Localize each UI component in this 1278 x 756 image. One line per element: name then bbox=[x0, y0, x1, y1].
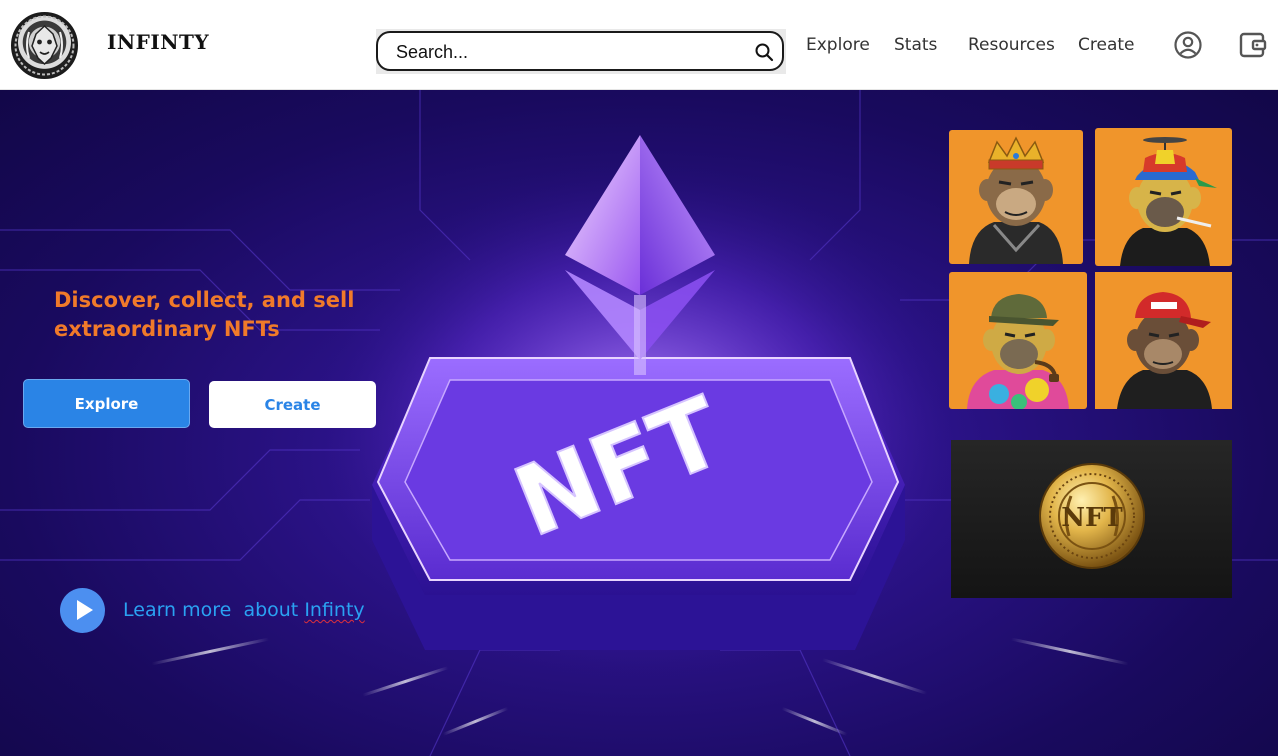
headline-line-1: Discover, collect, and sell bbox=[54, 288, 355, 312]
wallet-icon[interactable] bbox=[1238, 30, 1268, 60]
play-icon[interactable] bbox=[60, 588, 105, 633]
ape-army-cap-icon bbox=[967, 294, 1069, 409]
account-circle-icon[interactable] bbox=[1173, 30, 1203, 60]
create-button[interactable]: Create bbox=[209, 381, 376, 428]
learn-more-brand: Infinty bbox=[304, 599, 365, 621]
nft-tile-ape-red-cap[interactable] bbox=[1095, 272, 1232, 409]
top-header: INFINTY Explore Stats Resources Create bbox=[0, 0, 1278, 90]
nav-stats[interactable]: Stats bbox=[894, 35, 937, 55]
nft-tile-ape-army-cap[interactable] bbox=[949, 272, 1087, 409]
gold-nft-coin-icon: NFT bbox=[1039, 463, 1145, 569]
nft-tile-ape-propeller-cap[interactable] bbox=[1095, 128, 1232, 266]
search-bar bbox=[376, 29, 786, 74]
nav-explore[interactable]: Explore bbox=[806, 35, 870, 55]
nav-resources[interactable]: Resources bbox=[968, 35, 1055, 55]
brand-name[interactable]: INFINTY bbox=[107, 30, 209, 54]
search-box bbox=[376, 31, 784, 71]
hero-headline: Discover, collect, and sell extraordinar… bbox=[54, 286, 414, 344]
learn-more-link[interactable]: Learn more about Infinty bbox=[123, 599, 365, 621]
learn-more-text: Learn more about bbox=[123, 599, 305, 621]
hero-banner: NFT Discover, collect, and sell extraord… bbox=[0, 90, 1278, 756]
nft-tile-ape-crown[interactable] bbox=[949, 130, 1083, 264]
nav-create[interactable]: Create bbox=[1078, 35, 1135, 55]
ape-red-cap-icon bbox=[1117, 292, 1212, 409]
search-input[interactable] bbox=[396, 39, 736, 65]
coin-nft-text: NFT bbox=[1061, 503, 1123, 533]
nft-gold-coin-card[interactable]: NFT bbox=[951, 440, 1232, 598]
search-icon[interactable] bbox=[754, 42, 774, 62]
lion-crest-logo-icon[interactable] bbox=[11, 12, 78, 79]
headline-line-2: extraordinary NFTs bbox=[54, 317, 280, 341]
nft-hero-illustration: NFT bbox=[0, 90, 1278, 756]
explore-button[interactable]: Explore bbox=[23, 379, 190, 428]
ape-crown-icon bbox=[969, 136, 1063, 264]
ape-propeller-cap-icon bbox=[1120, 137, 1217, 266]
